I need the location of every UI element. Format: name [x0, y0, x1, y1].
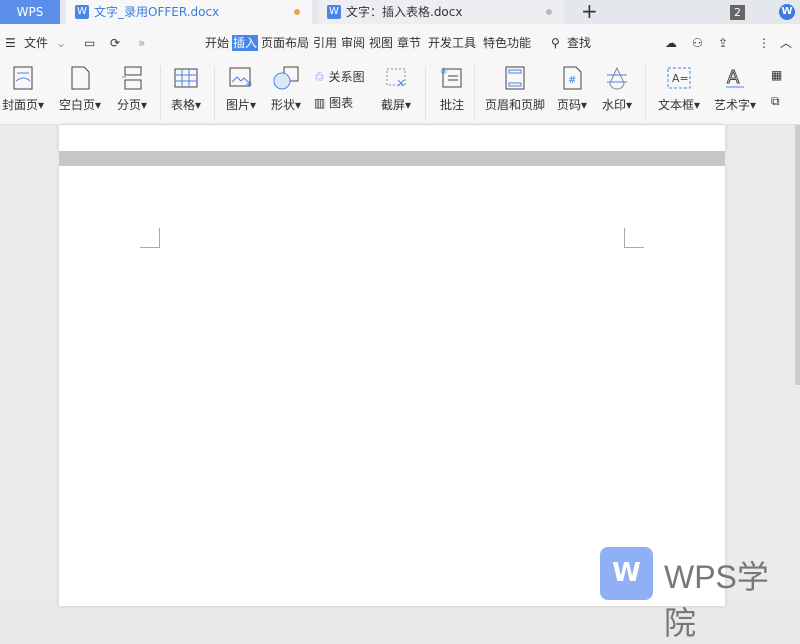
- tab-document-active[interactable]: W 文字_录用OFFER.docx: [66, 0, 312, 24]
- tab-bar: WPS W 文字_录用OFFER.docx W 文字：插入表格.docx + 2…: [0, 0, 800, 24]
- table-button[interactable]: 表格▾: [168, 66, 204, 113]
- page-number-button[interactable]: # 页码▾: [554, 66, 590, 113]
- wps-academy-logo-text: WPS学院: [664, 559, 769, 641]
- menu-page-layout[interactable]: 页面布局: [261, 35, 309, 51]
- picture-button[interactable]: 图片▾: [223, 66, 259, 113]
- save-icon[interactable]: ▭: [84, 35, 95, 51]
- search-icon[interactable]: ⚲: [551, 35, 560, 51]
- wordart-button[interactable]: A 艺术字▾: [712, 66, 758, 113]
- writer-doc-icon: W: [327, 5, 341, 19]
- menu-insert[interactable]: 插入: [232, 35, 259, 51]
- header-footer-icon: [505, 66, 525, 90]
- cover-page-icon: [13, 66, 33, 90]
- textbox-button[interactable]: A= 文本框▾: [655, 66, 703, 113]
- file-menu[interactable]: 文件: [24, 35, 48, 51]
- export-icon[interactable]: ⇪: [718, 35, 728, 51]
- watermark-button[interactable]: 水印▾: [599, 66, 635, 113]
- wps-academy-logo-icon: W: [600, 547, 653, 600]
- tab-label: 文字：插入表格.docx: [346, 5, 463, 19]
- wps-account-icon[interactable]: W: [779, 4, 795, 20]
- format-painter-icon[interactable]: ⟳: [110, 35, 120, 51]
- shape-icon: [273, 66, 299, 90]
- ribbon-insert: 封面页▾ 空白页▾ 分页▾ 表格▾ 图片▾ 形状▾ ♲ 关系图 ▥ 图表 截屏▾…: [0, 62, 800, 125]
- table-icon: [174, 68, 198, 88]
- margin-corner-top-right: [624, 228, 644, 248]
- more-icon[interactable]: »: [138, 35, 145, 51]
- unsaved-dot-icon: [294, 9, 300, 15]
- blank-page-icon: [71, 66, 90, 90]
- comment-button[interactable]: ※ 批注: [436, 66, 468, 113]
- header-footer-button[interactable]: 页眉和页脚: [484, 66, 546, 113]
- wps-home-tab[interactable]: WPS: [0, 0, 60, 24]
- svg-text:A=: A=: [672, 72, 689, 85]
- cover-page-button[interactable]: 封面页▾: [0, 66, 46, 113]
- writer-doc-icon: W: [75, 5, 89, 19]
- menu-features[interactable]: 特色功能: [483, 35, 531, 51]
- screenshot-button[interactable]: 截屏▾: [378, 66, 414, 113]
- cloud-icon[interactable]: ☁: [665, 35, 677, 51]
- date-icon[interactable]: ▦: [771, 68, 782, 82]
- tab-document[interactable]: W 文字：插入表格.docx: [318, 0, 564, 24]
- relation-chart-button[interactable]: ♲ 关系图: [314, 68, 365, 85]
- picture-icon: [229, 67, 252, 87]
- more-options-icon[interactable]: ⋮: [758, 35, 770, 51]
- chart-button[interactable]: ▥ 图表: [314, 94, 353, 111]
- search-button[interactable]: 查找: [567, 35, 591, 51]
- page-break-button[interactable]: 分页▾: [114, 66, 150, 113]
- current-page[interactable]: [59, 166, 725, 606]
- hamburger-icon[interactable]: ☰: [5, 35, 16, 51]
- screenshot-icon: [386, 68, 406, 87]
- menu-bar: ☰ 文件 ⌄ ▭ ⟳ » 开始 插入 页面布局 引用 审阅 视图 章节 开发工具…: [0, 24, 800, 62]
- collapse-ribbon-icon[interactable]: ︿: [780, 35, 792, 51]
- page-break-icon: [122, 66, 142, 90]
- shape-button[interactable]: 形状▾: [267, 66, 305, 113]
- object-icon[interactable]: ⧉: [771, 94, 780, 109]
- textbox-icon: A=: [667, 67, 691, 89]
- close-tab-icon[interactable]: [546, 9, 552, 15]
- svg-text:A: A: [727, 67, 740, 88]
- watermark-icon: [607, 66, 627, 90]
- new-tab-button[interactable]: +: [581, 0, 598, 22]
- menu-review[interactable]: 审阅: [341, 35, 365, 51]
- menu-section[interactable]: 章节: [397, 35, 421, 51]
- menu-references[interactable]: 引用: [313, 35, 337, 51]
- menu-developer[interactable]: 开发工具: [428, 35, 476, 51]
- blank-page-button[interactable]: 空白页▾: [56, 66, 104, 113]
- chevron-down-icon[interactable]: ⌄: [56, 35, 66, 51]
- relation-icon: ♲: [314, 70, 325, 84]
- window-count-badge[interactable]: 2: [730, 5, 745, 20]
- tab-label: 文字_录用OFFER.docx: [94, 5, 220, 19]
- menu-view[interactable]: 视图: [369, 35, 393, 51]
- chart-icon: ▥: [314, 96, 326, 110]
- comment-icon: ※: [440, 67, 462, 88]
- svg-text:#: #: [568, 75, 576, 86]
- scrollbar[interactable]: [795, 125, 800, 385]
- page-number-icon: #: [563, 66, 582, 90]
- previous-page: [59, 125, 725, 151]
- svg-text:※: ※: [440, 67, 448, 77]
- menu-start[interactable]: 开始: [205, 35, 229, 51]
- margin-corner-top-left: [140, 228, 160, 248]
- share-user-icon[interactable]: ⚇: [692, 35, 703, 51]
- page-gap: [59, 151, 725, 166]
- wordart-icon: A: [726, 67, 744, 89]
- document-area[interactable]: [0, 125, 800, 606]
